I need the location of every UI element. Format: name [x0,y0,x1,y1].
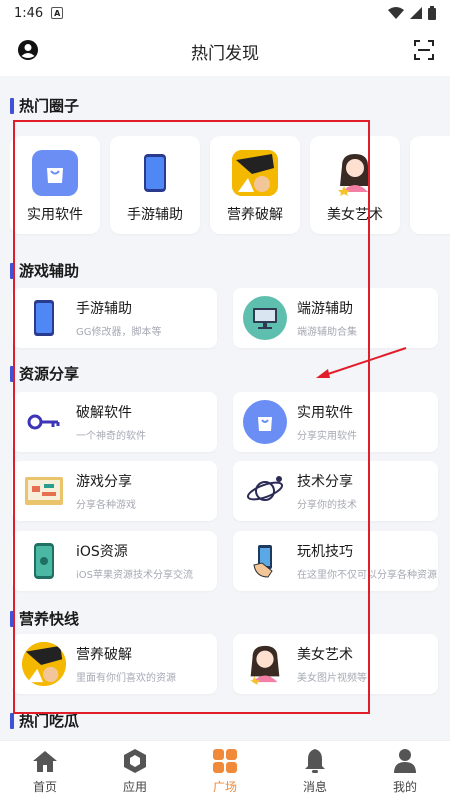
bell-icon [301,747,329,775]
iphone-icon [22,539,66,583]
section-bar [10,365,14,382]
section-title-gossip: 热门吃瓜 [10,710,79,731]
section-label: 热门圈子 [19,97,80,115]
status-icons [388,6,436,20]
list-item[interactable]: iOS资源 iOS苹果资源技术分享交流 [12,531,217,591]
list-item[interactable]: 破解软件 一个神奇的软件 [12,392,217,452]
cube-icon [121,747,149,775]
status-time: 1:46 [14,5,44,21]
page-title: 热门发现 [191,43,259,64]
tab-label: 应用 [122,779,147,794]
section-title-nutrition: 营养快线 [10,608,79,629]
tab-apps[interactable]: 应用 [90,741,180,800]
circle-label: 手游辅助 [127,207,183,223]
circle-card[interactable]: 实用软件 [10,136,100,234]
tab-label: 广场 [212,779,237,794]
shopping-bag-icon [243,400,287,444]
circle-card[interactable]: 热 [410,136,450,234]
item-name: 破解软件 [76,405,132,421]
bottom-tab-bar: 首页 应用 广场 消息 我的 [0,740,450,800]
item-name: 技术分享 [297,474,353,490]
planet-icon [243,469,287,513]
status-bar: 1:46 A [0,0,450,26]
phone-icon [22,296,66,340]
item-desc: 里面有你们喜欢的资源 [76,673,176,684]
item-desc: iOS苹果资源技术分享交流 [76,570,193,581]
list-item[interactable]: 技术分享 分享你的技术 [233,461,438,521]
circle-card[interactable]: 手游辅助 [110,136,200,234]
signal-icon [410,7,422,19]
tab-home[interactable]: 首页 [0,741,90,800]
item-name: iOS资源 [76,544,128,560]
item-name: 游戏分享 [76,474,132,490]
list-item[interactable]: 玩机技巧 在这里你不仅可以分享各种资源 [233,531,438,591]
item-desc: 分享实用软件 [297,431,357,442]
item-name: 营养破解 [76,647,132,663]
section-label: 资源分享 [19,365,80,383]
tab-label: 首页 [32,779,57,794]
person-icon [391,747,419,775]
tab-label: 消息 [302,779,327,794]
tab-messages[interactable]: 消息 [270,741,360,800]
section-bar [10,610,14,627]
list-item[interactable]: 营养破解 里面有你们喜欢的资源 [12,634,217,694]
section-bar [10,712,14,729]
item-desc: 一个神奇的软件 [76,431,146,442]
item-desc: 分享各种游戏 [76,500,136,511]
list-item[interactable]: 美女艺术 美女图片视频等 [233,634,438,694]
user-avatar-icon[interactable] [16,38,40,62]
item-name: 端游辅助 [297,301,353,317]
list-item[interactable]: 实用软件 分享实用软件 [233,392,438,452]
hand-phone-icon [243,539,287,583]
scan-icon[interactable] [412,38,436,62]
section-title-circles: 热门圈子 [10,95,79,116]
list-item[interactable]: 手游辅助 GG修改器，脚本等 [12,288,217,348]
item-name: 实用软件 [297,405,353,421]
wifi-icon [388,7,404,19]
grid-icon [211,747,239,775]
section-title-game-assist: 游戏辅助 [10,260,79,281]
phone-icon [132,150,178,196]
circle-card[interactable]: 营养破解 [210,136,300,234]
item-desc: 美女图片视频等 [297,673,367,684]
circle-label: 实用软件 [27,207,83,223]
battery-icon [428,6,436,20]
section-label: 游戏辅助 [19,262,80,280]
list-item[interactable]: 端游辅助 端游辅助合集 [233,288,438,348]
item-name: 美女艺术 [297,647,353,663]
item-name: 玩机技巧 [297,544,353,560]
game-screen-icon [22,469,66,513]
girl-avatar-icon [243,642,287,686]
list-item[interactable]: 游戏分享 分享各种游戏 [12,461,217,521]
circle-row[interactable]: 实用软件 手游辅助 营养破解 美女艺术 热 [10,136,450,236]
notification-icon: A [51,7,64,19]
circle-card[interactable]: 美女艺术 [310,136,400,234]
shopping-bag-icon [32,150,78,196]
section-label: 热门吃瓜 [19,712,80,730]
key-icon [22,400,66,444]
anime-avatar-icon [22,642,66,686]
section-title-resources: 资源分享 [10,363,79,384]
partial-icon [432,150,450,196]
home-icon [31,747,59,775]
anime-avatar-icon [232,150,278,196]
circle-label: 美女艺术 [327,207,383,223]
section-label: 营养快线 [19,610,80,628]
section-bar [10,262,14,279]
item-name: 手游辅助 [76,301,132,317]
girl-avatar-icon [332,150,378,196]
app-bar: 热门发现 [0,26,450,76]
item-desc: 端游辅助合集 [297,327,357,338]
monitor-icon [243,296,287,340]
circle-label: 营养破解 [227,207,283,223]
item-desc: GG修改器，脚本等 [76,327,162,338]
tab-mine[interactable]: 我的 [360,741,450,800]
item-desc: 分享你的技术 [297,500,357,511]
tab-square[interactable]: 广场 [180,741,270,800]
tab-label: 我的 [392,779,417,794]
item-desc: 在这里你不仅可以分享各种资源 [297,570,437,581]
section-bar [10,97,14,114]
